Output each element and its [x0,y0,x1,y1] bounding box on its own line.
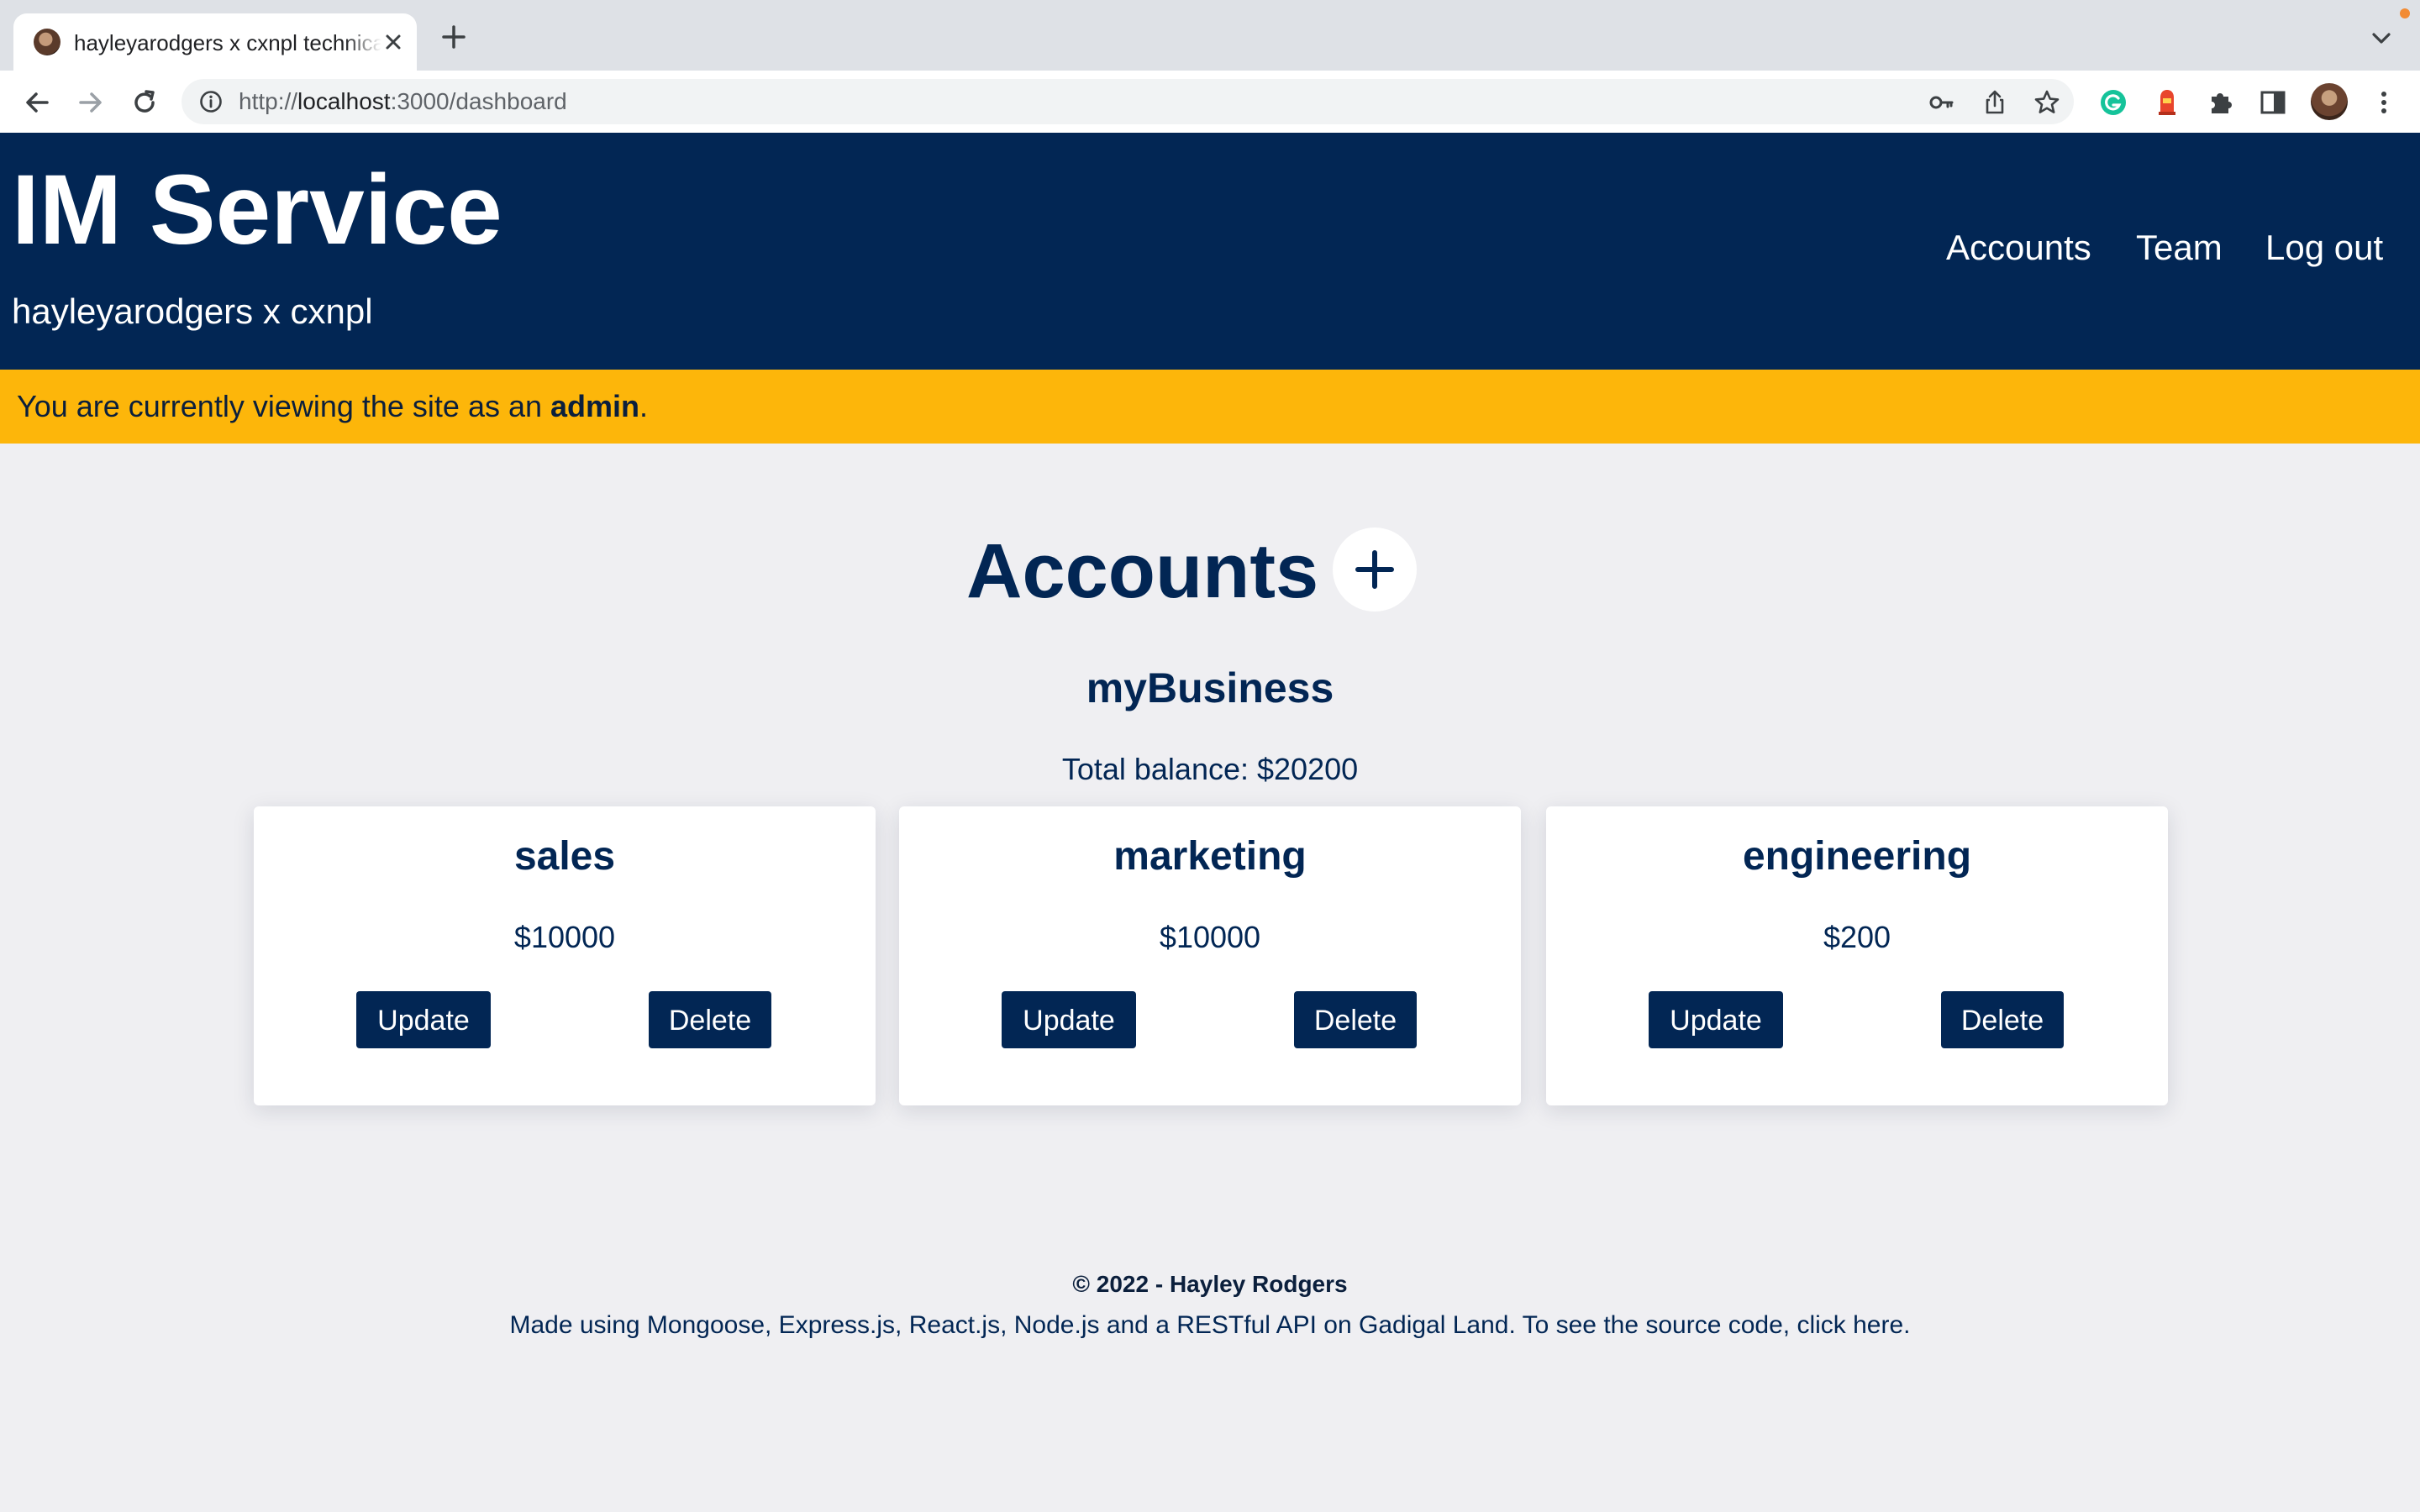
banner-role: admin [550,389,640,423]
banner-suffix: . [639,389,649,423]
account-card-engineering: engineering $200 Update Delete [1546,806,2168,1105]
account-balance: $10000 [1159,920,1261,954]
nav-link-accounts[interactable]: Accounts [1946,227,2091,269]
site-subtitle: hayleyarodgers x cxnpl [12,291,373,331]
browser-toolbar: http://localhost:3000/dashboard [0,71,2420,134]
update-button[interactable]: Update [356,991,491,1048]
admin-banner-text: You are currently viewing the site as an… [17,370,648,444]
site-header: IM Service hayleyarodgers x cxnpl Accoun… [0,133,2420,370]
browser-tab[interactable]: hayleyarodgers x cxnpl technical [13,13,417,71]
key-icon[interactable] [1928,89,1954,116]
reload-icon[interactable] [126,84,163,121]
business-name: myBusiness [1086,664,1334,711]
plus-icon [1355,550,1394,589]
new-tab-button[interactable] [435,18,472,55]
tab-title: hayleyarodgers x cxnpl technical [74,30,381,55]
url-text: http://localhost:3000/dashboard [239,79,567,124]
browser-tab-strip: hayleyarodgers x cxnpl technical [0,0,2420,71]
account-name: engineering [1742,834,1972,879]
url-path: :3000/dashboard [390,88,567,114]
share-icon[interactable] [1981,89,2008,116]
grammarly-icon[interactable] [2097,87,2129,118]
close-icon[interactable] [376,25,410,59]
update-button[interactable]: Update [1649,991,1783,1048]
profile-avatar[interactable] [2311,83,2348,120]
chevron-down-icon[interactable] [2366,24,2396,54]
address-bar[interactable]: http://localhost:3000/dashboard [182,79,2074,124]
plus-icon [442,25,466,49]
back-arrow-icon[interactable] [18,84,55,121]
accounts-heading: Accounts [966,528,1319,614]
account-card-sales: sales $10000 Update Delete [254,806,876,1105]
account-name: marketing [1113,834,1307,879]
extension-red-icon[interactable] [2151,87,2183,118]
menu-dots-icon[interactable] [2368,87,2400,118]
info-icon[interactable] [198,89,224,114]
account-name: sales [513,834,616,879]
account-balance: $10000 [513,920,616,954]
total-balance: Total balance: $20200 [1061,752,1359,786]
delete-button[interactable]: Delete [1941,991,2064,1048]
delete-button[interactable]: Delete [649,991,771,1048]
tab-favicon [34,29,60,55]
banner-prefix: You are currently viewing the site as an [17,389,551,423]
add-account-button[interactable] [1333,528,1417,612]
url-scheme: http:// [239,88,298,114]
star-icon[interactable] [2033,89,2060,116]
nav-link-logout[interactable]: Log out [2265,227,2383,269]
puzzle-icon[interactable] [2205,87,2237,118]
forward-arrow-icon[interactable] [72,84,109,121]
update-button[interactable]: Update [1002,991,1136,1048]
site-title[interactable]: IM Service [12,151,502,269]
delete-button[interactable]: Delete [1294,991,1417,1048]
footer-credits[interactable]: Made using Mongoose, Express.js, React.j… [286,1309,2134,1342]
account-card-marketing: marketing $10000 Update Delete [899,806,1521,1105]
notification-dot [2400,8,2410,18]
footer-copyright: © 2022 - Hayley Rodgers [1072,1271,1348,1297]
admin-banner: You are currently viewing the site as an… [0,370,2420,444]
url-host: localhost [297,88,391,114]
account-balance: $200 [1823,920,1891,954]
nav-link-team[interactable]: Team [2136,227,2223,269]
sidepanel-icon[interactable] [2257,87,2289,118]
